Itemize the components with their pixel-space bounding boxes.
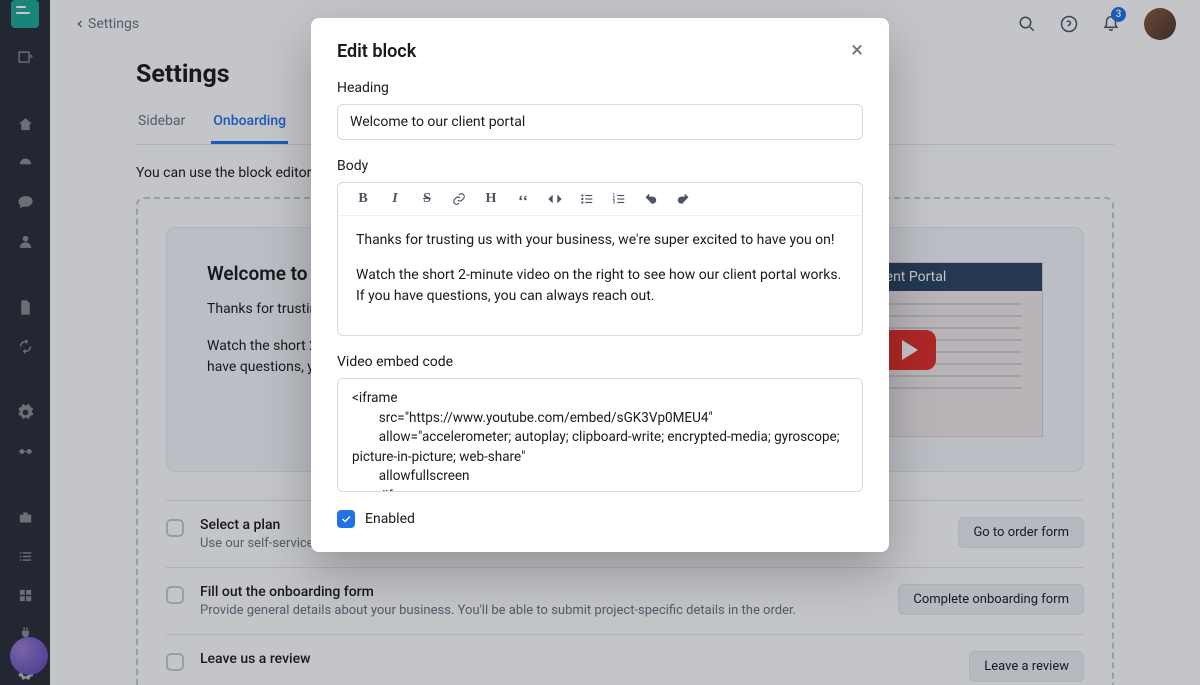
strikethrough-icon[interactable]: S (420, 192, 434, 206)
heading-input[interactable] (337, 104, 863, 140)
embed-label: Video embed code (337, 354, 863, 370)
svg-text:3: 3 (613, 200, 616, 205)
numbered-list-icon[interactable]: 123 (612, 192, 626, 206)
code-icon[interactable] (548, 192, 562, 206)
body-textarea[interactable]: Thanks for trusting us with your busines… (338, 216, 862, 335)
close-icon[interactable]: × (851, 40, 863, 62)
enabled-checkbox[interactable] (337, 510, 355, 528)
quote-icon[interactable] (516, 192, 530, 206)
link-icon[interactable] (452, 192, 466, 206)
edit-block-modal: Edit block × Heading Body B I S H 123 Th… (311, 18, 889, 552)
undo-icon[interactable] (644, 192, 658, 206)
body-editor: B I S H 123 Thanks for trusting us with … (337, 182, 863, 336)
modal-title: Edit block (337, 41, 416, 62)
body-p1: Thanks for trusting us with your busines… (356, 230, 844, 251)
editor-toolbar: B I S H 123 (338, 183, 862, 216)
enabled-row: Enabled (337, 510, 863, 528)
redo-icon[interactable] (676, 192, 690, 206)
body-label: Body (337, 158, 863, 174)
italic-icon[interactable]: I (388, 192, 402, 206)
bold-icon[interactable]: B (356, 192, 370, 206)
heading-icon[interactable]: H (484, 192, 498, 206)
heading-label: Heading (337, 80, 863, 96)
embed-textarea[interactable] (337, 378, 863, 492)
bullet-list-icon[interactable] (580, 192, 594, 206)
body-p2: Watch the short 2-minute video on the ri… (356, 265, 844, 307)
enabled-label: Enabled (365, 511, 415, 527)
